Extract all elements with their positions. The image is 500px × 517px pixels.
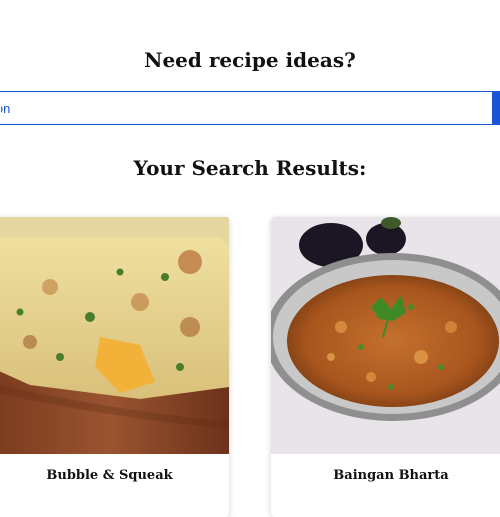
recipe-title[interactable]: Baingan Bharta	[271, 468, 500, 483]
recipe-card-bubble-and-squeak[interactable]: Bubble & Squeak	[0, 217, 229, 517]
results-title: Your Search Results:	[133, 156, 367, 180]
search-button[interactable]	[492, 91, 500, 125]
search-bar	[0, 91, 496, 125]
recipe-image[interactable]	[271, 217, 500, 454]
search-input[interactable]	[0, 92, 496, 124]
page-title: Need recipe ideas?	[144, 48, 356, 72]
recipe-image[interactable]	[0, 217, 229, 454]
recipe-card-baingan-bharta[interactable]: Baingan Bharta	[271, 217, 500, 517]
recipe-title[interactable]: Bubble & Squeak	[0, 468, 229, 483]
